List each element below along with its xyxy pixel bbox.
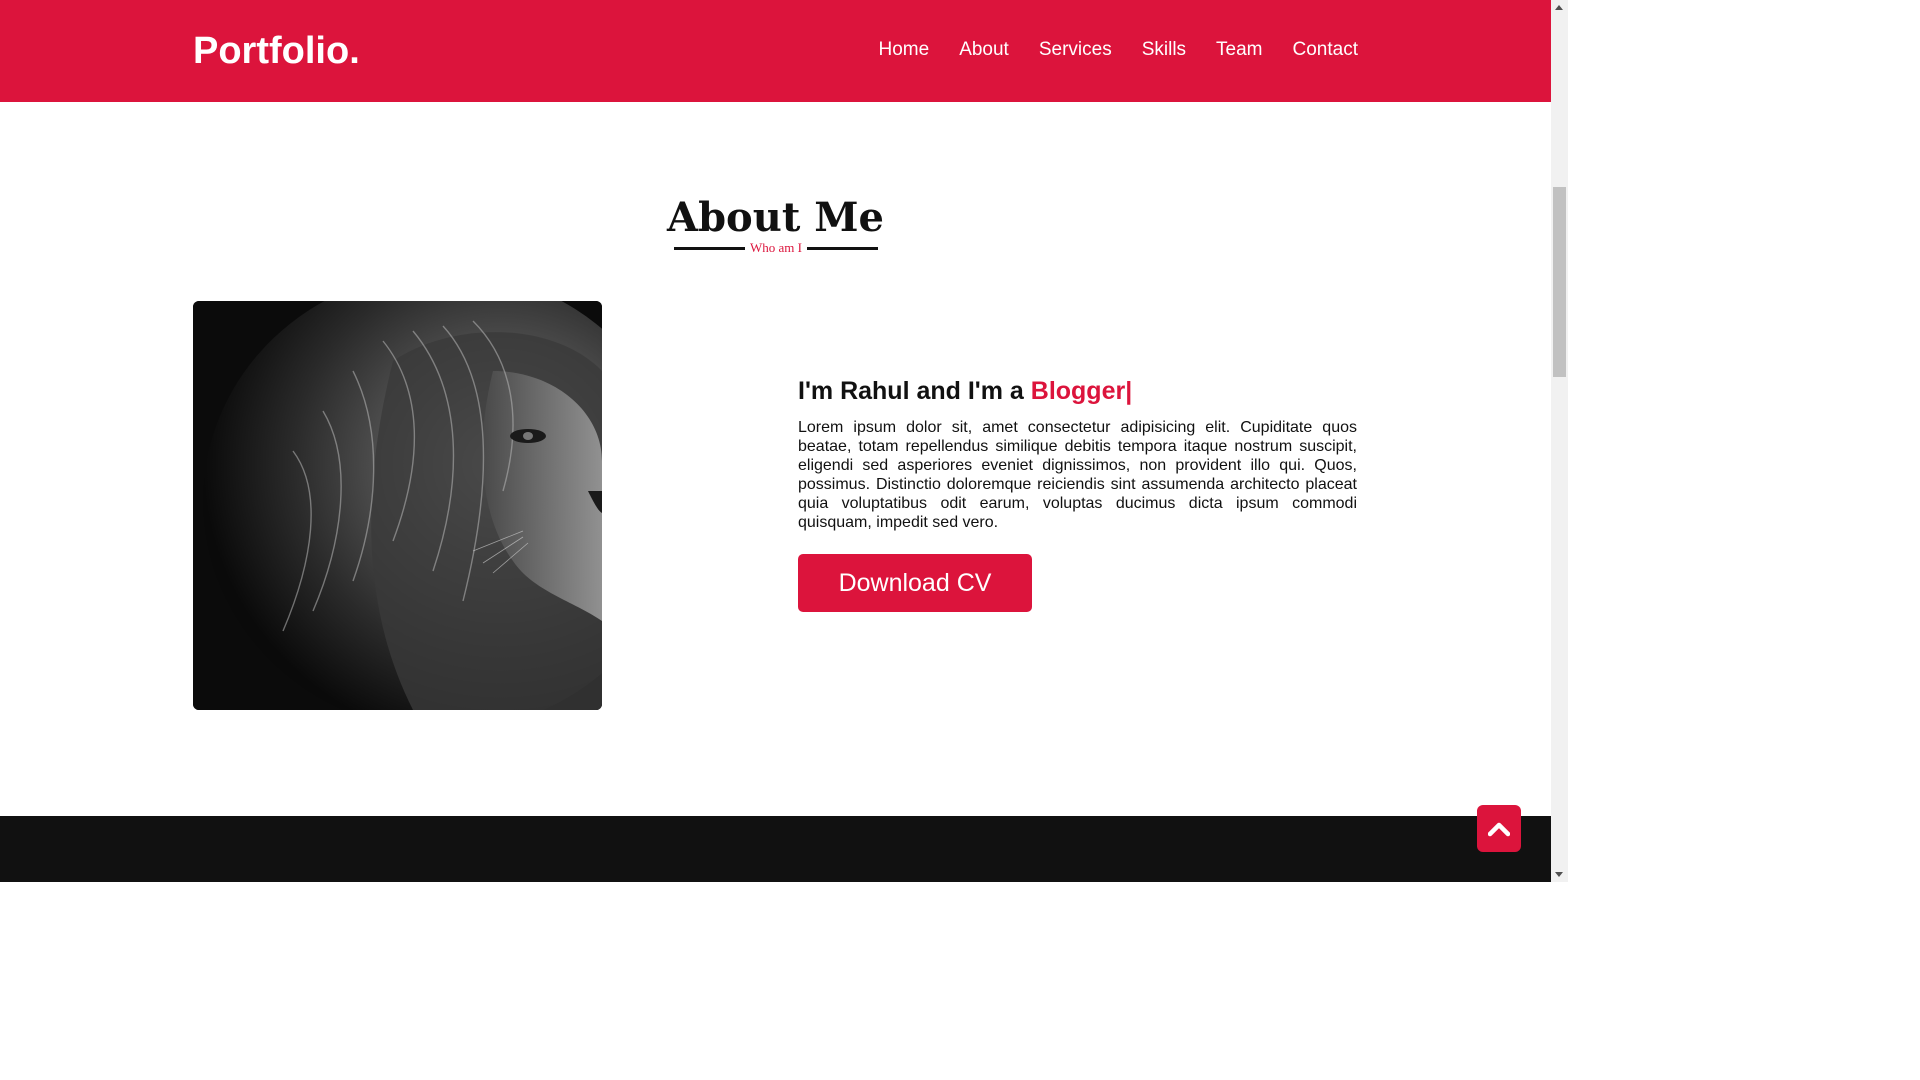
navbar: Portfolio. Home About Services Skills Te… [0, 0, 1551, 102]
nav-item-contact[interactable]: Contact [1293, 38, 1358, 62]
section-heading: About Me [0, 194, 1551, 242]
divider-left [674, 246, 746, 250]
chevron-up-icon [1488, 822, 1510, 836]
intro-text: I'm Rahul and I'm a [798, 377, 1031, 405]
page-scrollbar[interactable] [1551, 0, 1568, 882]
nav-item-skills[interactable]: Skills [1142, 38, 1186, 62]
nav-item-team[interactable]: Team [1216, 38, 1262, 62]
nav-menu: Home About Services Skills Team Contact [879, 38, 1359, 62]
scrollbar-thumb[interactable] [1553, 187, 1566, 377]
divider-right [807, 246, 879, 250]
about-paragraph: Lorem ipsum dolor sit, amet consectetur … [798, 419, 1357, 531]
scroll-to-top-button[interactable] [1477, 805, 1521, 852]
section-subtitle: Who am I [750, 240, 802, 255]
lion-portrait-image [193, 301, 602, 710]
nav-item-about[interactable]: About [959, 38, 1009, 62]
section-subtitle-row: Who am I [674, 240, 879, 256]
about-section: About Me Who am I I'm Rahul and I'm a Bl… [0, 102, 1551, 816]
intro-headline: I'm Rahul and I'm a Blogger| [798, 375, 1357, 407]
scroll-down-arrow-icon[interactable] [1555, 872, 1563, 877]
scroll-up-arrow-icon[interactable] [1555, 5, 1563, 10]
about-info: I'm Rahul and I'm a Blogger| Lorem ipsum… [798, 375, 1357, 612]
next-section-dark [0, 816, 1551, 882]
nav-item-home[interactable]: Home [879, 38, 930, 62]
download-cv-button[interactable]: Download CV [798, 554, 1032, 612]
typed-role: Blogger| [1030, 377, 1133, 405]
nav-item-services[interactable]: Services [1039, 38, 1112, 62]
brand-logo[interactable]: Portfolio. [193, 29, 360, 73]
profile-photo [193, 301, 602, 710]
section-title: About Me [667, 194, 884, 241]
